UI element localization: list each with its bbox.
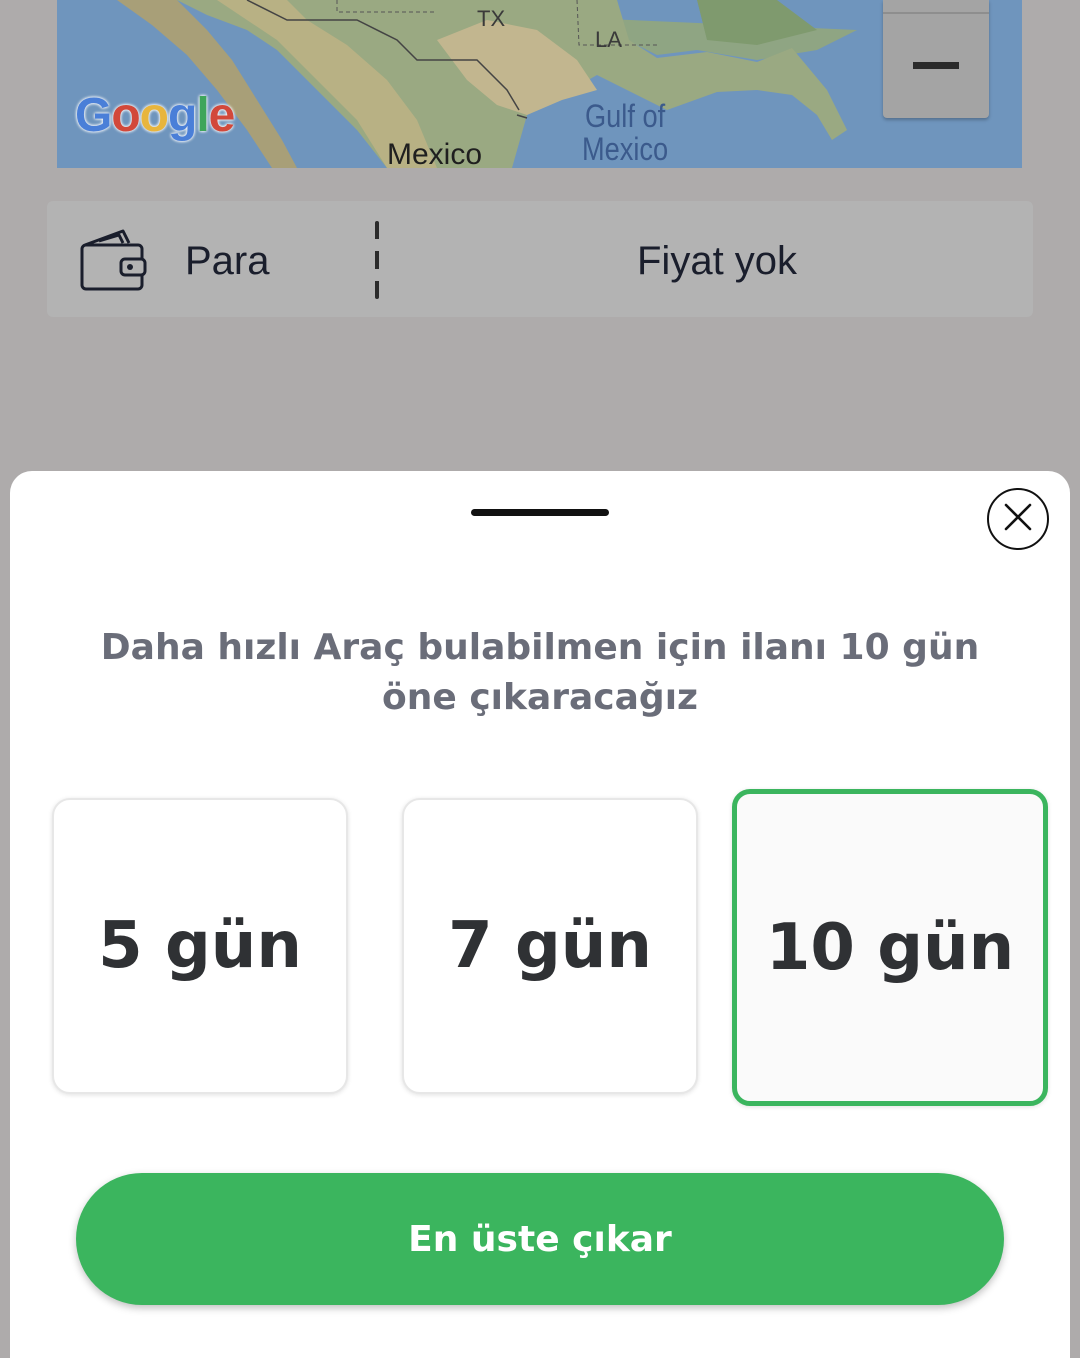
option-5-days[interactable]: 5 gün — [52, 798, 348, 1094]
map-view[interactable]: TX LA Mexico Gulf of Mexico Google — [57, 0, 1022, 168]
boost-to-top-button[interactable]: En üste çıkar — [76, 1173, 1004, 1305]
option-label: 7 gün — [448, 909, 652, 983]
minus-icon[interactable] — [913, 62, 959, 69]
map-label-gulf-line2: Mexico — [582, 131, 669, 167]
boost-message: Daha hızlı Araç bulabilmen için ilanı 10… — [100, 627, 980, 718]
map-label-gulf-of-mexico: Gulf of Mexico — [582, 100, 668, 166]
price-value: Fiyat yok — [637, 239, 798, 283]
boost-button-label: En üste çıkar — [408, 1218, 672, 1260]
google-logo: Google — [75, 89, 235, 142]
option-7-days[interactable]: 7 gün — [402, 798, 698, 1094]
option-label: 5 gün — [98, 909, 302, 983]
map-label-la: LA — [595, 27, 622, 52]
zoom-controls — [883, 0, 989, 118]
map-label-tx: TX — [477, 6, 506, 31]
boost-bottom-sheet: Daha hızlı Araç bulabilmen için ilanı 10… — [10, 471, 1070, 1358]
option-10-days-selected[interactable]: 10 gün — [732, 789, 1048, 1106]
row-divider — [375, 221, 379, 299]
drag-handle[interactable] — [471, 509, 609, 516]
option-label: 10 gün — [765, 910, 1015, 985]
payment-type-label: Para — [185, 239, 270, 283]
close-button[interactable] — [987, 488, 1049, 550]
map-label-mexico: Mexico — [387, 138, 483, 168]
close-icon — [1003, 502, 1033, 536]
zoom-divider — [883, 12, 989, 14]
price-row: Para Fiyat yok — [47, 201, 1033, 317]
map-label-gulf-line1: Gulf of — [585, 98, 666, 134]
wallet-icon — [79, 225, 147, 297]
